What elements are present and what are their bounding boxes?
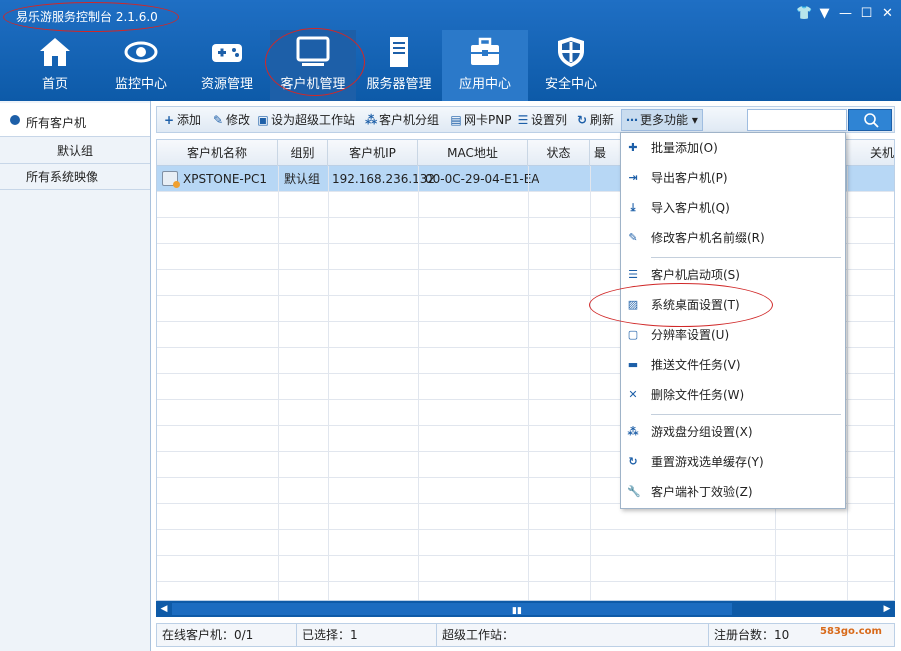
edit-button[interactable]: ✎ 修改 <box>212 111 250 129</box>
menu-item-game-disk-group[interactable]: ⁂ 游戏盘分组设置(X) <box>621 417 845 447</box>
add-button[interactable]: + 添加 <box>163 111 201 129</box>
status-bar: 在线客户机：0/1 已选择：1 超级工作站： 注册台数：10 <box>156 623 895 647</box>
nav-home[interactable]: 首页 <box>12 30 98 101</box>
menu-item-delete-file-task[interactable]: ✕ 删除文件任务(W) <box>621 380 845 410</box>
nav-monitor[interactable]: 监控中心 <box>98 30 184 101</box>
minimize-icon[interactable]: — <box>838 6 853 21</box>
status-super-workstation: 超级工作站： <box>437 624 709 646</box>
horizontal-scrollbar[interactable]: ◀ ▮▮ ▶ <box>156 601 895 617</box>
window-controls: 👕 ▼ — ☐ ✕ <box>796 6 895 21</box>
group-icon: ⁂ <box>627 425 639 438</box>
grid-line <box>418 166 419 600</box>
empty-table-row <box>157 556 894 582</box>
menu-item-reset-game-cache[interactable]: ↻ 重置游戏选单缓存(Y) <box>621 447 845 477</box>
menu-item-export-clients[interactable]: ⇥ 导出客户机(P) <box>621 163 845 193</box>
menu-separator <box>651 257 841 259</box>
scroll-left-icon[interactable]: ◀ <box>159 604 169 614</box>
folder-icon: ▬ <box>627 358 639 371</box>
column-header-status[interactable]: 状态 <box>528 140 590 166</box>
shield-icon <box>558 37 584 67</box>
grid-line <box>590 166 591 600</box>
watermark-logo: 583go.com <box>820 626 882 637</box>
nav-resources[interactable]: 资源管理 <box>184 30 270 101</box>
nav-app-center[interactable]: 应用中心 <box>442 30 528 101</box>
scroll-right-icon[interactable]: ▶ <box>882 604 892 614</box>
refresh-icon: ↻ <box>628 455 638 468</box>
pen-icon: ✎ <box>628 231 638 244</box>
cell-ip: 192.168.236.132 <box>332 172 436 186</box>
empty-table-row <box>157 582 894 600</box>
menu-annotation-circle <box>589 283 773 327</box>
column-header-shutdown[interactable]: 关机 <box>847 140 894 166</box>
toolbox-icon <box>471 37 499 65</box>
eye-icon <box>124 41 158 63</box>
search-button[interactable] <box>848 109 892 131</box>
plus-icon: + <box>163 113 175 127</box>
refresh-button[interactable]: ↻ 刷新 <box>576 111 614 129</box>
nav-annotation-circle <box>265 28 365 96</box>
sidebar-item-default-group[interactable]: 默认组 <box>0 138 150 164</box>
batch-add-icon: ✚ <box>628 141 638 154</box>
workstation-icon: ▣ <box>257 113 269 127</box>
server-icon <box>390 37 408 67</box>
menu-item-import-clients[interactable]: ⤓ 导入客户机(Q) <box>621 193 845 223</box>
refresh-icon: ↻ <box>576 113 588 127</box>
column-header-mac[interactable]: MAC地址 <box>418 140 528 166</box>
empty-table-row <box>157 530 894 556</box>
list-icon: ☰ <box>628 268 638 281</box>
nav-security-center[interactable]: 安全中心 <box>528 30 614 101</box>
gamepad-icon <box>212 44 242 62</box>
grid-line <box>328 166 329 600</box>
group-sidebar: 所有客户机 默认组 所有系统映像 <box>0 101 151 651</box>
menu-separator <box>651 414 841 416</box>
cell-group: 默认组 <box>284 172 321 186</box>
import-icon: ⤓ <box>630 201 636 214</box>
chevron-down-icon <box>10 115 20 125</box>
skin-icon[interactable]: 👕 <box>796 6 812 21</box>
nic-icon: ▤ <box>450 113 462 127</box>
sidebar-item-system-images[interactable]: 所有系统映像 <box>0 164 150 190</box>
title-annotation-circle <box>3 2 179 32</box>
group-icon: ⁂ <box>365 113 378 127</box>
cell-name: XPSTONE-PC1 <box>183 172 267 186</box>
search-icon <box>864 113 879 128</box>
maximize-icon[interactable]: ☐ <box>859 6 874 21</box>
sidebar-all-clients[interactable]: 所有客户机 <box>0 103 150 137</box>
columns-icon: ☰ <box>517 113 529 127</box>
close-icon[interactable]: ✕ <box>880 6 895 21</box>
client-pc-icon <box>162 171 180 188</box>
export-icon: ⇥ <box>628 171 638 184</box>
menu-item-batch-add[interactable]: ✚ 批量添加(O) <box>621 133 845 163</box>
column-header-name[interactable]: 客户机名称 <box>157 140 278 166</box>
grid-line <box>847 166 848 600</box>
resolution-icon: ▢ <box>627 328 639 341</box>
scroll-thumb[interactable]: ▮▮ <box>172 603 732 616</box>
search-input[interactable] <box>747 109 847 131</box>
status-online: 在线客户机：0/1 <box>157 624 297 646</box>
column-header-ip[interactable]: 客户机IP <box>328 140 418 166</box>
grid-line <box>528 166 529 600</box>
more-functions-button[interactable]: ⋯ 更多功能 ▾ <box>621 109 703 131</box>
menu-item-rename-prefix[interactable]: ✎ 修改客户机名前缀(R) <box>621 223 845 253</box>
home-icon <box>40 38 70 66</box>
delete-icon: ✕ <box>628 388 638 401</box>
menu-item-push-file-task[interactable]: ▬ 推送文件任务(V) <box>621 350 845 380</box>
nav-server-management[interactable]: 服务器管理 <box>356 30 442 101</box>
grip-icon: ▮▮ <box>512 606 522 616</box>
cell-mac: 00-0C-29-04-E1-EA <box>425 172 540 186</box>
pen-icon: ✎ <box>212 113 224 127</box>
menu-dropdown-icon[interactable]: ▼ <box>817 6 832 21</box>
wrench-icon: 🔧 <box>627 485 641 498</box>
client-group-button[interactable]: ⁂ 客户机分组 <box>365 111 439 129</box>
grid-line <box>278 166 279 600</box>
menu-item-patch-verify[interactable]: 🔧 客户端补丁效验(Z) <box>621 477 845 507</box>
more-icon: ⋯ <box>626 113 638 127</box>
set-super-workstation-button[interactable]: ▣ 设为超级工作站 <box>257 111 355 129</box>
status-registered: 注册台数：10 <box>714 628 790 642</box>
set-columns-button[interactable]: ☰ 设置列 <box>517 111 567 129</box>
column-header-group[interactable]: 组别 <box>278 140 328 166</box>
nic-pnp-button[interactable]: ▤ 网卡PNP <box>450 111 511 129</box>
chevron-down-icon: ▾ <box>691 113 698 127</box>
status-selected: 已选择：1 <box>297 624 437 646</box>
